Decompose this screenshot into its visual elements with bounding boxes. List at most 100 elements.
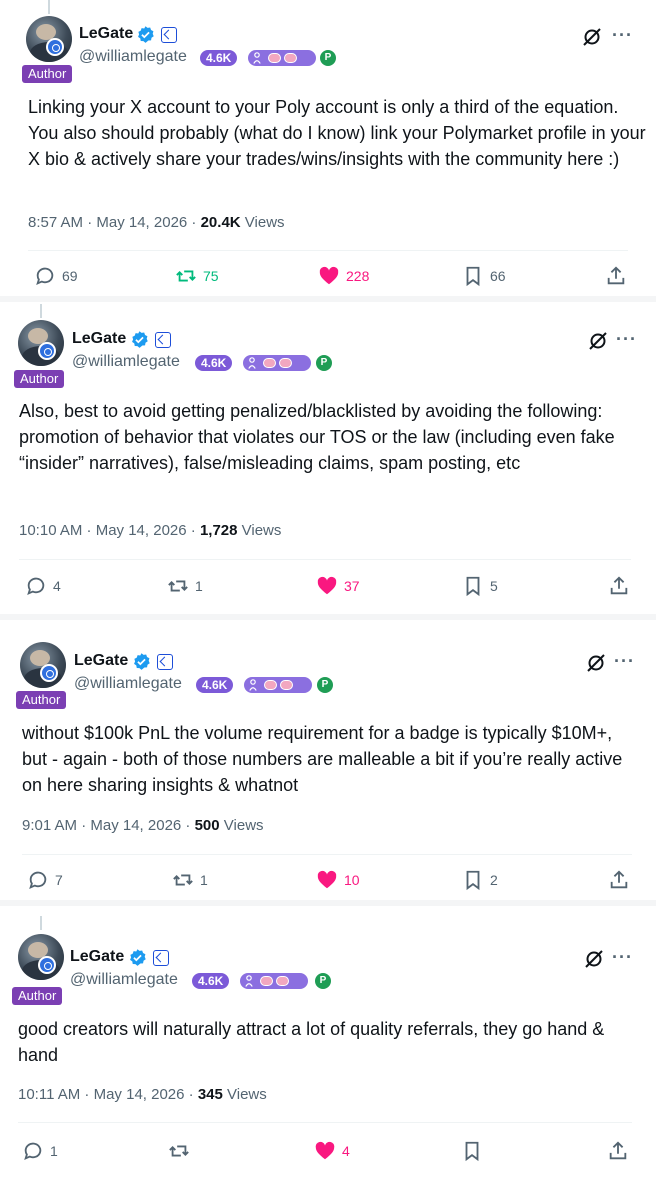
view-count: 500 (194, 817, 220, 834)
share-icon (609, 1141, 627, 1160)
grok-icon[interactable] (587, 330, 609, 352)
handle[interactable]: @williamlegate (79, 48, 187, 66)
affiliate-badge-icon[interactable] (161, 27, 177, 43)
handle[interactable]: @williamlegate (70, 971, 178, 989)
handle[interactable]: @williamlegate (72, 353, 180, 371)
share-icon (610, 576, 628, 595)
share-button[interactable] (608, 574, 630, 598)
like-button[interactable]: 37 (316, 574, 360, 598)
polymarket-icon: P (320, 50, 336, 66)
verified-icon (138, 26, 154, 43)
reply-count: 7 (55, 872, 63, 888)
repost-icon (176, 270, 196, 282)
polymarket-icon: P (315, 973, 331, 989)
handle[interactable]: @williamlegate (74, 675, 182, 693)
rank-badge (244, 677, 312, 693)
thread-line (40, 304, 42, 318)
reply-button[interactable]: 1 (22, 1139, 58, 1163)
reply-icon (29, 871, 47, 889)
like-count: 228 (346, 268, 370, 284)
repost-icon (168, 580, 188, 592)
view-count: 1,728 (199, 522, 238, 539)
bookmark-button[interactable]: 66 (462, 264, 506, 288)
brain-icon (284, 53, 297, 63)
timestamp[interactable]: 8:57 AM · May 14, 2026 · (28, 214, 201, 231)
post-text: Also, best to avoid getting penalized/bl… (19, 401, 615, 473)
repost-count: 1 (195, 578, 203, 594)
views-label: Views (222, 1086, 267, 1103)
repost-count: 75 (203, 268, 219, 284)
grok-icon[interactable] (583, 948, 605, 970)
author-tag: Author (14, 370, 65, 388)
repost-icon (169, 1145, 189, 1157)
view-count: 345 (197, 1086, 223, 1103)
rank-badge (240, 973, 308, 989)
repost-count: 1 (200, 872, 208, 888)
grok-icon[interactable] (585, 652, 607, 674)
post-text: without $100k PnL the volume requirement… (22, 723, 623, 795)
rank-badge (248, 50, 316, 66)
share-icon (610, 870, 628, 889)
verified-icon (130, 949, 146, 966)
more-icon[interactable]: ··· (614, 651, 635, 672)
post-2[interactable]: Author LeGate @williamlegate 4.6K P ··· … (0, 302, 656, 614)
divider (28, 250, 628, 251)
reply-icon (36, 267, 54, 285)
affiliate-badge-icon[interactable] (155, 332, 171, 348)
display-name[interactable]: LeGate (70, 948, 124, 966)
share-button[interactable] (607, 1139, 629, 1163)
brain-icon (268, 53, 281, 63)
grok-icon[interactable] (581, 26, 603, 48)
post-meta: 10:11 AM · May 14, 2026 · 345 Views (18, 1086, 267, 1103)
affiliate-badge-icon[interactable] (153, 950, 169, 966)
repost-button[interactable]: 75 (175, 264, 219, 288)
post-meta: 9:01 AM · May 14, 2026 · 500 Views (22, 817, 264, 834)
more-icon[interactable]: ··· (616, 329, 637, 350)
reply-button[interactable]: 4 (25, 574, 61, 598)
repost-button[interactable]: 1 (172, 868, 208, 892)
person-icon (245, 975, 253, 987)
heart-icon (317, 576, 337, 595)
brain-icon (260, 976, 273, 986)
bookmark-button[interactable]: 2 (462, 868, 498, 892)
author-tag: Author (22, 65, 73, 83)
like-count: 37 (344, 578, 360, 594)
divider (18, 1122, 632, 1123)
reply-button[interactable]: 7 (27, 868, 63, 892)
heart-icon (317, 870, 337, 889)
post-3[interactable]: Author LeGate @williamlegate 4.6K P ··· … (0, 620, 656, 900)
share-icon (607, 266, 625, 285)
display-name[interactable]: LeGate (74, 652, 128, 670)
repost-icon (173, 874, 193, 886)
bookmark-button[interactable]: 5 (462, 574, 498, 598)
post-4[interactable]: Author LeGate @williamlegate 4.6K P ··· … (0, 906, 656, 1200)
more-icon[interactable]: ··· (612, 947, 633, 968)
brain-icon (276, 976, 289, 986)
bookmark-button[interactable] (461, 1139, 489, 1163)
timestamp[interactable]: 10:10 AM · May 14, 2026 · (19, 522, 200, 539)
like-button[interactable]: 228 (318, 264, 369, 288)
brain-icon (279, 358, 292, 368)
follower-count-badge: 4.6K (200, 50, 238, 66)
share-button[interactable] (608, 868, 630, 892)
affiliate-badge-icon[interactable] (157, 654, 173, 670)
timestamp[interactable]: 9:01 AM · May 14, 2026 · (22, 817, 195, 834)
timestamp[interactable]: 10:11 AM · May 14, 2026 · (18, 1086, 198, 1103)
more-icon[interactable]: ··· (612, 25, 633, 46)
author-tag: Author (12, 987, 63, 1005)
like-button[interactable]: 4 (314, 1139, 350, 1163)
polymarket-icon: P (317, 677, 333, 693)
post-1[interactable]: Author LeGate @williamlegate 4.6K P ··· … (0, 0, 656, 296)
repost-button[interactable] (168, 1139, 196, 1163)
reply-button[interactable]: 69 (34, 264, 78, 288)
avatar-badge-icon (38, 956, 56, 974)
display-name[interactable]: LeGate (72, 330, 126, 348)
brain-icon (263, 358, 276, 368)
display-name[interactable]: LeGate (79, 25, 133, 43)
brain-icon (264, 680, 277, 690)
verified-icon (132, 331, 148, 348)
thread-line (48, 0, 50, 14)
repost-button[interactable]: 1 (167, 574, 203, 598)
like-button[interactable]: 10 (316, 868, 360, 892)
share-button[interactable] (605, 264, 627, 288)
